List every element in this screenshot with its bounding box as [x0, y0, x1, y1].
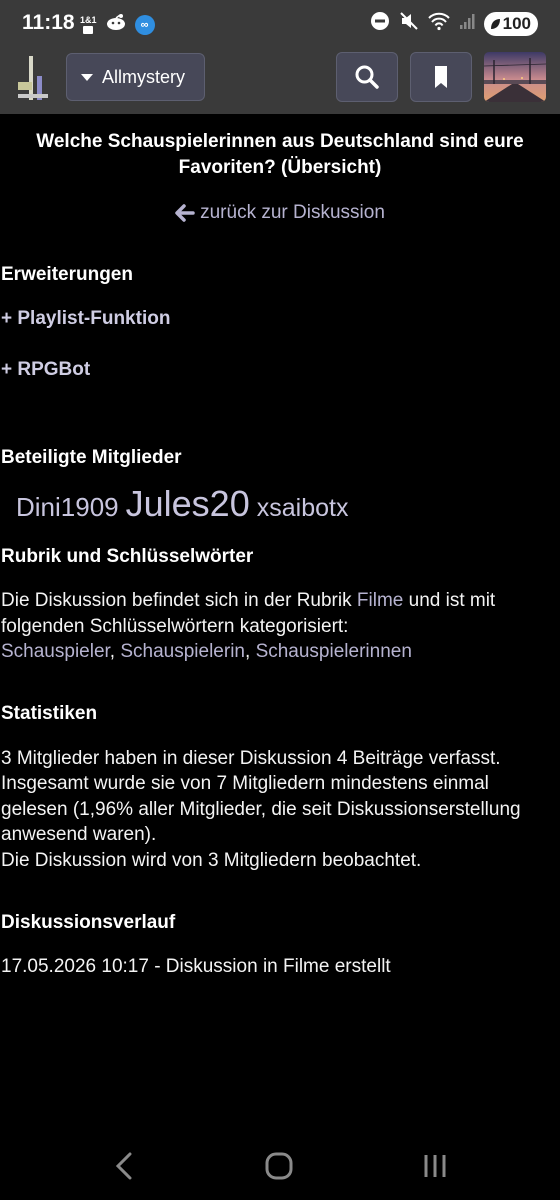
- user-avatar[interactable]: [484, 52, 546, 102]
- history-heading: Diskussionsverlauf: [1, 912, 176, 933]
- mute-icon: [399, 11, 419, 36]
- wifi-icon: [427, 11, 450, 36]
- statistics-line: Die Diskussion wird von 3 Mitgliedern be…: [1, 849, 422, 871]
- member-cloud: Dini1909 Jules20 xsaibotx: [0, 483, 560, 525]
- reddit-icon: [105, 12, 127, 37]
- loop-app-icon: ∞: [134, 14, 155, 35]
- keyword-link[interactable]: Schauspielerinnen: [256, 641, 412, 662]
- forum-dropdown[interactable]: Allmystery: [66, 53, 205, 101]
- member-link[interactable]: Jules20: [126, 483, 250, 525]
- member-link[interactable]: Dini1909: [16, 492, 119, 523]
- bookmark-icon: [435, 66, 447, 88]
- chevron-down-icon: [81, 73, 93, 81]
- extension-rpgbot-link[interactable]: + RPGBot: [0, 358, 560, 382]
- statistics-heading: Statistiken: [1, 702, 98, 724]
- statistics-text: 3 Mitglieder haben in dieser Diskussion …: [0, 746, 560, 874]
- category-description: Die Diskussion befindet sich in der Rubr…: [1, 590, 496, 662]
- battery-leaf-icon: [490, 18, 500, 29]
- do-not-disturb-icon: [370, 11, 390, 36]
- extensions-heading: Erweiterungen: [1, 264, 133, 285]
- member-link[interactable]: xsaibotx: [257, 494, 349, 523]
- page-title: Welche Schauspielerinnen aus Deutschland…: [36, 131, 524, 178]
- system-navigation-bar: [0, 1135, 560, 1200]
- members-heading: Beteiligte Mitglieder: [1, 447, 182, 468]
- avatar-image: [484, 52, 546, 102]
- home-icon: [265, 1152, 293, 1180]
- category-link[interactable]: Filme: [357, 590, 403, 611]
- app-toolbar: Allmystery: [0, 48, 560, 114]
- allmystery-logo[interactable]: [16, 54, 52, 102]
- keyword-link[interactable]: Schauspieler: [1, 641, 110, 662]
- status-bar: 11:18 1&1 ∞ 100: [0, 0, 560, 48]
- back-nav-button[interactable]: [112, 1151, 136, 1186]
- recents-nav-button[interactable]: [422, 1151, 448, 1186]
- search-button[interactable]: [336, 52, 398, 102]
- statistics-line: Insgesamt wurde sie von 7 Mitgliedern mi…: [1, 773, 521, 845]
- home-nav-button[interactable]: [264, 1151, 294, 1186]
- arrow-left-icon: [175, 204, 195, 222]
- signal-icon: [459, 11, 475, 36]
- status-right-icons: 100: [370, 11, 538, 36]
- status-left-icons: 1&1 ∞: [80, 12, 155, 37]
- forum-dropdown-label: Allmystery: [102, 66, 186, 87]
- overview-content: Welche Schauspielerinnen aus Deutschland…: [0, 114, 560, 980]
- status-time: 11:18: [22, 11, 75, 34]
- history-entry: 17.05.2026 10:17 - Diskussion in Filme e…: [1, 956, 391, 977]
- keyword-link[interactable]: Schauspielerin: [120, 641, 245, 662]
- extension-playlist-link[interactable]: + Playlist-Funktion: [0, 307, 560, 331]
- battery-indicator: 100: [483, 11, 538, 36]
- battery-level: 100: [502, 13, 531, 33]
- chevron-left-icon: [115, 1152, 132, 1180]
- category-heading: Rubrik und Schlüsselwörter: [1, 546, 254, 567]
- back-to-discussion-link[interactable]: zurück zur Diskussion: [0, 202, 560, 224]
- statistics-line: 3 Mitglieder haben in dieser Diskussion …: [1, 747, 501, 769]
- back-link-label: zurück zur Diskussion: [200, 202, 385, 223]
- recent-apps-icon: [424, 1155, 446, 1177]
- search-icon: [355, 65, 379, 89]
- carrier-icon: 1&1: [80, 15, 97, 34]
- bookmark-button[interactable]: [410, 52, 472, 102]
